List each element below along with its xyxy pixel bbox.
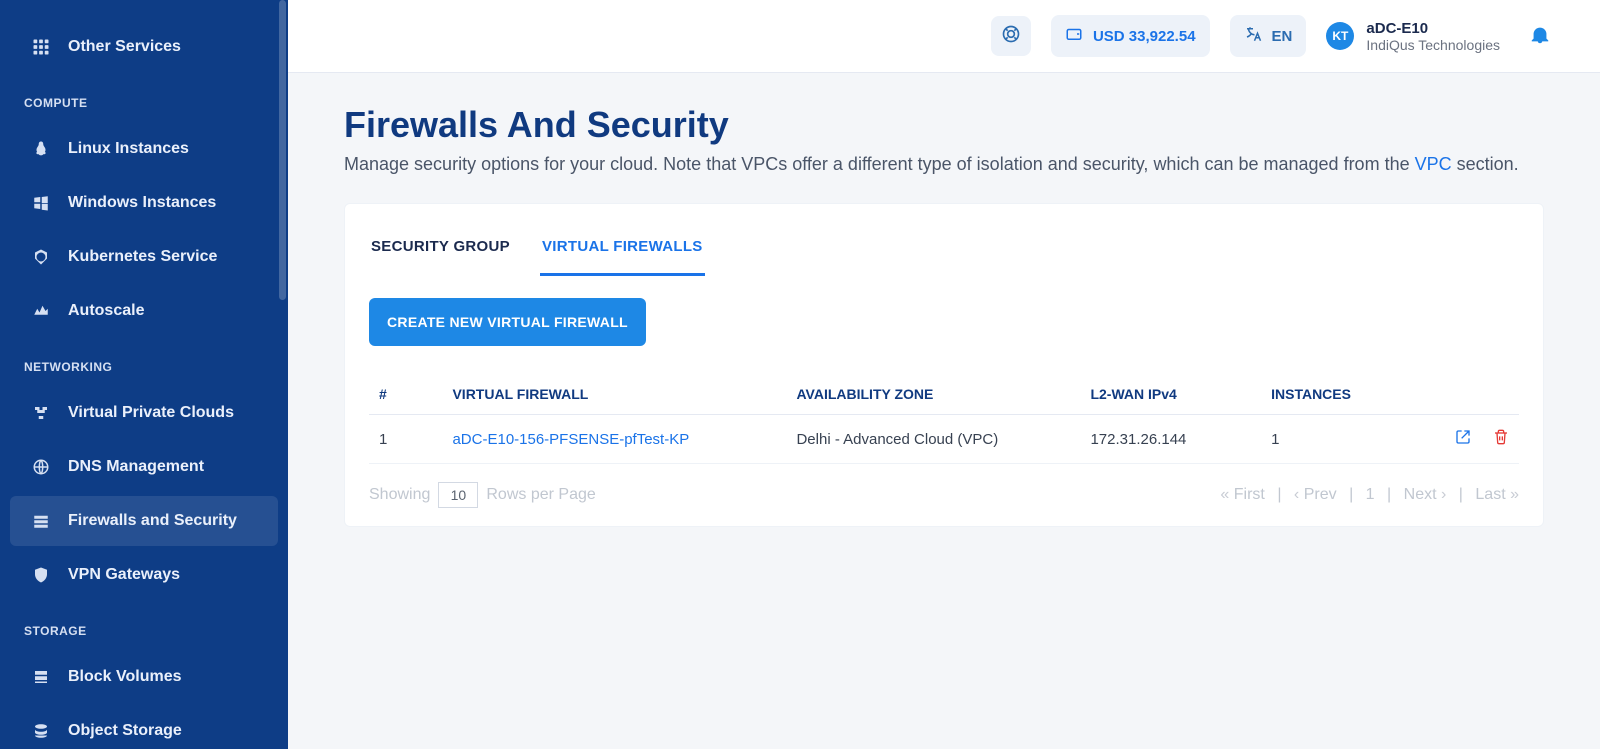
- balance-text: USD 33,922.54: [1093, 28, 1196, 45]
- col-ipv4: L2-WAN IPv4: [1080, 374, 1261, 415]
- sidebar-item-label: Block Volumes: [68, 668, 182, 686]
- tabs: SECURITY GROUP VIRTUAL FIREWALLS: [369, 228, 1519, 276]
- lifebuoy-icon: [1001, 24, 1021, 49]
- open-external-icon[interactable]: [1455, 429, 1471, 449]
- kubernetes-icon: [30, 246, 52, 268]
- rows-per-page-label: Rows per Page: [486, 486, 595, 504]
- col-instances: INSTANCES: [1261, 374, 1413, 415]
- sidebar-item-vpc[interactable]: Virtual Private Clouds: [10, 388, 278, 438]
- page-title: Firewalls And Security: [344, 104, 1544, 146]
- rows-per-page: Showing 10 Rows per Page: [369, 482, 596, 508]
- cell-zone: Delhi - Advanced Cloud (VPC): [786, 415, 1080, 464]
- pager-page: 1: [1366, 486, 1375, 503]
- cell-instances: 1: [1261, 415, 1413, 464]
- showing-label: Showing: [369, 486, 430, 504]
- network-icon: [30, 402, 52, 424]
- cell-index: 1: [369, 415, 442, 464]
- balance-chip[interactable]: USD 33,922.54: [1051, 15, 1210, 57]
- vpc-link[interactable]: VPC: [1415, 154, 1452, 174]
- translate-icon: [1244, 25, 1262, 47]
- sidebar-item-firewalls-security[interactable]: Firewalls and Security: [10, 496, 278, 546]
- sidebar-item-label: Virtual Private Clouds: [68, 404, 234, 422]
- language-chip[interactable]: EN: [1230, 15, 1307, 57]
- autoscale-icon: [30, 300, 52, 322]
- shield-icon: [30, 564, 52, 586]
- virtual-firewalls-table: # VIRTUAL FIREWALL AVAILABILITY ZONE L2-…: [369, 374, 1519, 464]
- subtitle-prefix: Manage security options for your cloud. …: [344, 154, 1415, 174]
- table-row: 1 aDC-E10-156-PFSENSE-pfTest-KP Delhi - …: [369, 415, 1519, 464]
- table-footer: Showing 10 Rows per Page « First | ‹ Pre…: [369, 482, 1519, 508]
- avatar: KT: [1326, 22, 1354, 50]
- col-name: VIRTUAL FIREWALL: [442, 374, 786, 415]
- tab-virtual-firewalls[interactable]: VIRTUAL FIREWALLS: [540, 228, 705, 276]
- firewall-link[interactable]: aDC-E10-156-PFSENSE-pfTest-KP: [452, 431, 689, 448]
- apps-grid-icon: [30, 36, 52, 58]
- pager-first-chevron-icon: «: [1220, 486, 1229, 503]
- sidebar-section-compute: COMPUTE: [0, 86, 288, 120]
- content-card: SECURITY GROUP VIRTUAL FIREWALLS CREATE …: [344, 203, 1544, 527]
- bell-icon: [1529, 23, 1551, 50]
- subtitle-suffix: section.: [1457, 154, 1519, 174]
- col-actions: [1414, 374, 1520, 415]
- sidebar: Other Services COMPUTE Linux Instances W…: [0, 0, 288, 749]
- cell-name: aDC-E10-156-PFSENSE-pfTest-KP: [442, 415, 786, 464]
- sidebar-item-dns[interactable]: DNS Management: [10, 442, 278, 492]
- pager: « First | ‹ Prev | 1 | Next › | Last »: [1220, 486, 1519, 504]
- col-zone: AVAILABILITY ZONE: [786, 374, 1080, 415]
- sidebar-item-vpn-gateways[interactable]: VPN Gateways: [10, 550, 278, 600]
- sidebar-item-label: Firewalls and Security: [68, 512, 237, 530]
- firewall-icon: [30, 510, 52, 532]
- pager-prev[interactable]: Prev: [1304, 486, 1337, 503]
- sidebar-item-label: Object Storage: [68, 722, 182, 740]
- pager-last[interactable]: Last: [1475, 486, 1505, 503]
- sidebar-section-networking: NETWORKING: [0, 350, 288, 384]
- org-name: IndiQus Technologies: [1366, 37, 1500, 53]
- sidebar-item-other-services[interactable]: Other Services: [10, 22, 278, 72]
- pager-next-chevron-icon: ›: [1441, 486, 1446, 503]
- sidebar-item-linux-instances[interactable]: Linux Instances: [10, 124, 278, 174]
- wallet-icon: [1065, 25, 1083, 47]
- sidebar-item-label: Other Services: [68, 38, 181, 56]
- sidebar-item-block-volumes[interactable]: Block Volumes: [10, 652, 278, 702]
- cell-actions: [1414, 415, 1520, 464]
- sidebar-item-windows-instances[interactable]: Windows Instances: [10, 178, 278, 228]
- tab-security-group[interactable]: SECURITY GROUP: [369, 228, 512, 276]
- col-index: #: [369, 374, 442, 415]
- account-menu[interactable]: KT aDC-E10 IndiQus Technologies: [1326, 20, 1500, 53]
- rows-per-page-input[interactable]: 10: [438, 482, 478, 508]
- linux-icon: [30, 138, 52, 160]
- sidebar-item-label: Linux Instances: [68, 140, 189, 158]
- language-text: EN: [1272, 28, 1293, 45]
- page-subtitle: Manage security options for your cloud. …: [344, 154, 1544, 175]
- sidebar-item-label: VPN Gateways: [68, 566, 180, 584]
- pager-first[interactable]: First: [1234, 486, 1265, 503]
- main: Firewalls And Security Manage security o…: [288, 72, 1600, 749]
- avatar-initials: KT: [1332, 29, 1348, 43]
- create-virtual-firewall-button[interactable]: CREATE NEW VIRTUAL FIREWALL: [369, 298, 646, 346]
- pager-next[interactable]: Next: [1404, 486, 1437, 503]
- globe-icon: [30, 456, 52, 478]
- sidebar-item-label: DNS Management: [68, 458, 204, 476]
- windows-icon: [30, 192, 52, 214]
- sidebar-scrollbar[interactable]: [279, 0, 286, 749]
- sidebar-item-kubernetes[interactable]: Kubernetes Service: [10, 232, 278, 282]
- sidebar-section-storage: STORAGE: [0, 614, 288, 648]
- account-name: aDC-E10: [1366, 20, 1500, 37]
- volumes-icon: [30, 666, 52, 688]
- sidebar-item-label: Windows Instances: [68, 194, 216, 212]
- header: USD 33,922.54 EN KT aDC-E10 IndiQus Tech…: [288, 0, 1600, 73]
- sidebar-item-label: Kubernetes Service: [68, 248, 217, 266]
- notifications-button[interactable]: [1520, 16, 1560, 56]
- sidebar-item-label: Autoscale: [68, 302, 144, 320]
- sidebar-item-object-storage[interactable]: Object Storage: [10, 706, 278, 749]
- delete-icon[interactable]: [1493, 429, 1509, 449]
- pager-prev-chevron-icon: ‹: [1294, 486, 1299, 503]
- help-button[interactable]: [991, 16, 1031, 56]
- object-storage-icon: [30, 720, 52, 742]
- sidebar-item-autoscale[interactable]: Autoscale: [10, 286, 278, 336]
- cell-ipv4: 172.31.26.144: [1080, 415, 1261, 464]
- pager-last-chevron-icon: »: [1510, 486, 1519, 503]
